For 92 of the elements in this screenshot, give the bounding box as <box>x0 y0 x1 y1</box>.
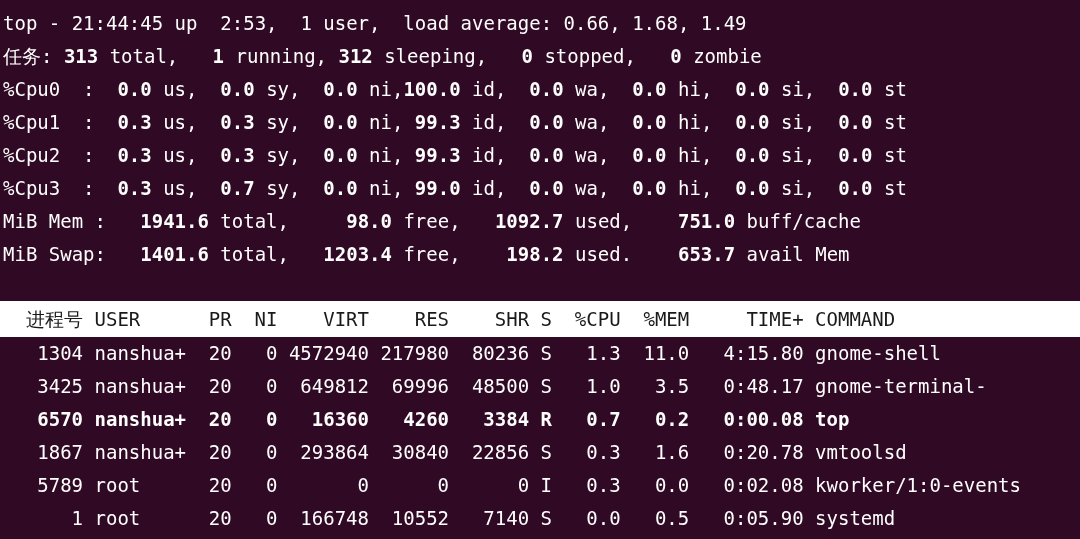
column-header: %MEM <box>643 307 690 332</box>
table-cell-text: nanshua+ <box>94 407 186 432</box>
table-cell-text: 0.2 <box>654 407 690 432</box>
table-cell-text: S <box>540 374 552 399</box>
table-cell-text: root <box>94 506 141 531</box>
table-cell-text: 22856 <box>471 440 530 465</box>
table-cell-text: 0 <box>437 473 450 498</box>
column-header: S <box>540 307 552 332</box>
column-header: RES <box>414 307 450 332</box>
table-cell-text: 293864 <box>300 440 369 465</box>
table-cell-text: 80236 <box>471 341 530 366</box>
table-cell-text: 1867 <box>37 440 84 465</box>
table-cell-text: 5789 <box>37 473 84 498</box>
table-cell-text: 0.7 <box>586 407 621 432</box>
table-cell-text: S <box>540 341 552 366</box>
column-header: USER <box>94 307 141 332</box>
table-cell-text: 0 <box>266 341 278 366</box>
table-cell-text: 0.0 <box>654 473 690 498</box>
table-cell-text: 7140 <box>483 506 530 531</box>
table-cell-text: 1 <box>71 506 84 531</box>
summary-line: %Cpu0 : 0.0 us, 0.0 sy, 0.0 ni,100.0 id, 0.0 wa, 0.0 hi, 0.0 si, 0.0 st <box>3 77 907 102</box>
table-cell-text: 649812 <box>300 374 369 399</box>
summary-line: MiB Swap: 1401.6 total, 1203.4 free, 198.2 used. 653.7 avail Mem <box>3 242 850 267</box>
column-header: %CPU <box>574 307 621 332</box>
table-cell-text: S <box>540 506 552 531</box>
column-header: VIRT <box>323 307 369 332</box>
table-cell-text: 10552 <box>391 506 450 531</box>
table-cell-text: 0.3 <box>586 440 621 465</box>
table-cell-text: 0.3 <box>586 473 621 498</box>
table-cell-text: 166748 <box>300 506 369 531</box>
column-header: NI <box>254 307 278 332</box>
summary-line: %Cpu1 : 0.3 us, 0.3 sy, 0.0 ni, 99.3 id, 0.0 wa, 0.0 hi, 0.0 si, 0.0 st <box>3 110 907 135</box>
table-cell-text: kworker/1:0-events <box>815 473 1021 498</box>
column-header: COMMAND <box>815 307 896 332</box>
table-cell-text: 0:05.90 <box>723 506 804 531</box>
table-cell-text: 0 <box>517 473 530 498</box>
table-cell-text: 1.3 <box>586 341 621 366</box>
table-cell-text: R <box>540 407 552 432</box>
summary-line: MiB Mem : 1941.6 total, 98.0 free, 1092.7 used, 751.0 buff/cache <box>3 209 861 234</box>
table-cell-text: 20 <box>208 440 232 465</box>
table-cell-text: 0:02.08 <box>723 473 804 498</box>
table-cell-text: 30840 <box>391 440 450 465</box>
table-cell-text: 0 <box>266 473 278 498</box>
table-cell-text: vmtoolsd <box>815 440 907 465</box>
table-cell-text: 3.5 <box>654 374 690 399</box>
table-cell-text: 11.0 <box>643 341 690 366</box>
summary-line: 任务: 313 total, 1 running, 312 sleeping, 0 stopped, 0 zombie <box>3 44 762 69</box>
table-cell-text: 0 <box>266 374 278 399</box>
table-cell-text: 1.0 <box>586 374 621 399</box>
table-cell-text: gnome-shell <box>815 341 941 366</box>
table-cell-text: 3425 <box>37 374 84 399</box>
table-cell-text: 6570 <box>37 407 84 432</box>
table-cell-text: 20 <box>208 374 232 399</box>
summary-line: top - 21:44:45 up 2:53, 1 user, load average: 0.66, 1.68, 1.49 <box>3 11 747 36</box>
table-cell-text: 16360 <box>311 407 369 432</box>
table-cell-text: 0:48.17 <box>723 374 804 399</box>
column-header: TIME+ <box>746 307 804 332</box>
table-cell-text: 20 <box>208 506 232 531</box>
table-cell-text: 3384 <box>483 407 530 432</box>
column-header: SHR <box>494 307 530 332</box>
table-cell-text: gnome-terminal- <box>815 374 987 399</box>
table-cell-text: 1.6 <box>654 440 690 465</box>
table-cell-text: 48500 <box>471 374 530 399</box>
summary-line: %Cpu2 : 0.3 us, 0.3 sy, 0.0 ni, 99.3 id, 0.0 wa, 0.0 hi, 0.0 si, 0.0 st <box>3 143 907 168</box>
table-cell-text: 4260 <box>403 407 450 432</box>
table-cell-text: I <box>540 473 552 498</box>
table-cell-text: 0:00.08 <box>723 407 804 432</box>
table-cell-text: nanshua+ <box>94 374 186 399</box>
table-cell-text: root <box>94 473 141 498</box>
table-cell-text: 0 <box>266 407 278 432</box>
table-cell-text: 0 <box>266 506 278 531</box>
table-cell-text: nanshua+ <box>94 341 186 366</box>
table-cell-text: 20 <box>208 341 232 366</box>
table-cell-text: 4:15.80 <box>723 341 804 366</box>
table-cell-text: 0 <box>357 473 369 498</box>
column-header: PR <box>208 307 232 332</box>
table-cell-text: 0:20.78 <box>723 440 804 465</box>
table-cell-text: 0.0 <box>586 506 621 531</box>
table-cell-text: top <box>815 407 850 432</box>
table-cell-text: 69996 <box>391 374 450 399</box>
summary-line: %Cpu3 : 0.3 us, 0.7 sy, 0.0 ni, 99.0 id, 0.0 wa, 0.0 hi, 0.0 si, 0.0 st <box>3 176 907 201</box>
table-cell-text: 217980 <box>380 341 450 366</box>
table-cell-text: 1304 <box>37 341 84 366</box>
table-cell-text: 20 <box>208 473 232 498</box>
table-cell-text: 4572940 <box>288 341 369 366</box>
table-cell-text: S <box>540 440 552 465</box>
table-cell-text: nanshua+ <box>94 440 186 465</box>
table-cell-text: 0.5 <box>654 506 690 531</box>
column-header: 进程号 <box>26 307 84 332</box>
table-cell-text: systemd <box>815 506 896 531</box>
table-cell-text: 20 <box>208 407 232 432</box>
table-cell-text: 0 <box>266 440 278 465</box>
